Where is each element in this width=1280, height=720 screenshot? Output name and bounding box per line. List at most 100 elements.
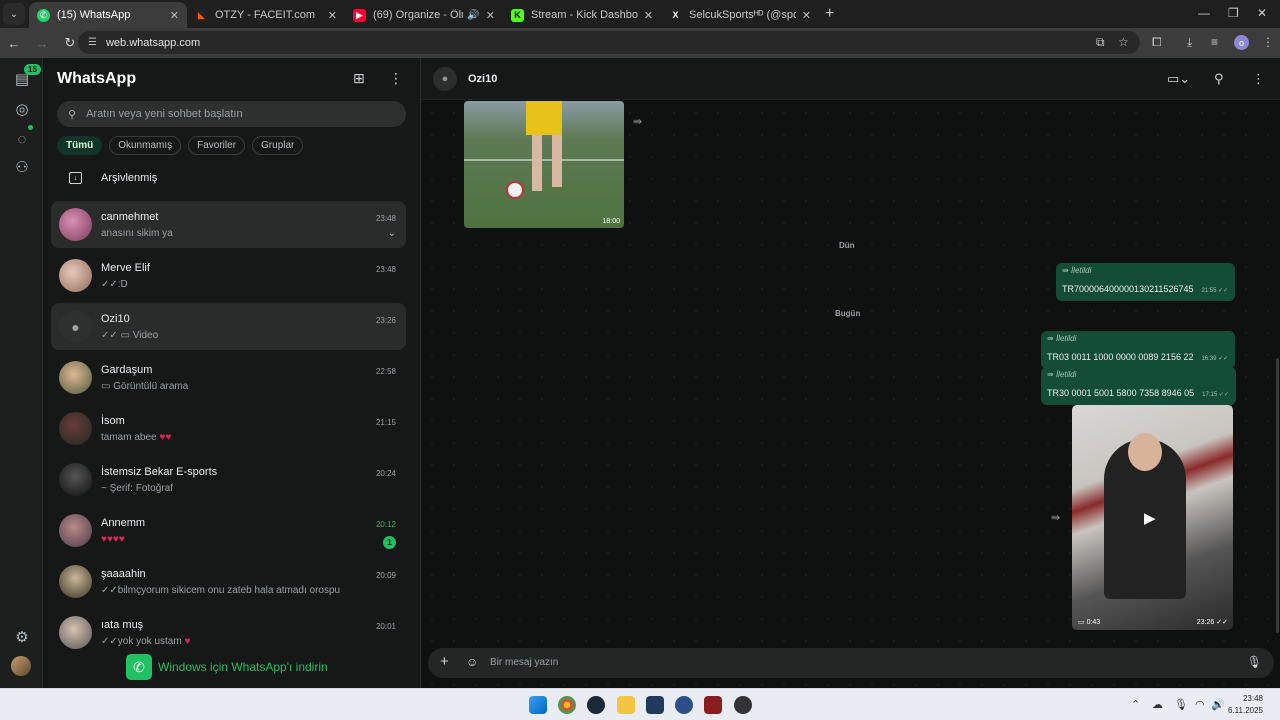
start-icon[interactable] [529, 696, 547, 714]
cloud-icon[interactable]: ☁ [1152, 698, 1163, 711]
conversation-scrollbar[interactable] [1276, 358, 1279, 633]
player-leg [552, 135, 562, 187]
chat-item-ozi10[interactable]: ● Ozi10 ✓✓ ▭ Video 23:26 [51, 303, 406, 350]
profile-photo[interactable] [11, 656, 31, 676]
browser-menu-icon[interactable]: ⋮ [1262, 35, 1274, 49]
close-tab-icon[interactable]: ✕ [328, 9, 337, 22]
chevron-down-icon[interactable]: ⌄ [388, 228, 396, 239]
chat-item-iata-mus[interactable]: ıata muş ✓✓yok yok ustam ♥ 20:01 [51, 609, 406, 656]
tab-x[interactable]: X SelcukSportsᴴᴰ (@sports1hds) / X ✕ [661, 2, 819, 28]
chat-item-isom[interactable]: İsom tamam abee ♥♥ 21:15 [51, 405, 406, 452]
player-shirt [526, 101, 562, 135]
site-info-icon[interactable]: ☰ [88, 37, 97, 48]
filter-favorites[interactable]: Favoriler [188, 136, 246, 155]
search-icon[interactable]: ⚲ [1214, 71, 1224, 87]
outgoing-message[interactable]: ⇛ İletildi TR30 0001 5001 5800 7358 8946… [1041, 367, 1236, 405]
tab-youtube[interactable]: ▶ (69) Organize - Ölmedim B 🔊 ✕ [345, 2, 503, 28]
forwarded-icon: ⇛ [1047, 370, 1056, 379]
steam-icon[interactable] [587, 696, 605, 714]
file-explorer-icon[interactable] [617, 696, 635, 714]
show-hidden-icons-icon[interactable]: ⌃ [1131, 698, 1140, 711]
contact-avatar-icon[interactable]: ● [433, 67, 457, 91]
microphone-icon[interactable]: 🎙 [1247, 655, 1262, 669]
new-tab-icon[interactable]: + [825, 5, 834, 23]
restore-icon[interactable]: ❐ [1228, 6, 1239, 20]
search-icon: ⚲ [68, 108, 77, 121]
filter-all[interactable]: Tümü [57, 136, 103, 155]
browser-toolbar: ← → ↻ ☰ web.whatsapp.com ⧉ ☆ ⧠ ⤓ ≡ o ⋮ [0, 28, 1280, 58]
tab-whatsapp[interactable]: ✆ (15) WhatsApp ✕ [29, 2, 187, 28]
video-call-icon: ▭ [101, 381, 114, 392]
communities-icon[interactable]: ⚇ [12, 157, 32, 177]
wifi-icon[interactable]: ◠ [1195, 698, 1205, 711]
profile-avatar-icon[interactable]: o [1234, 35, 1249, 50]
nav-rail: ▤ 15 ◎ ◌ ⚇ ⚙ [0, 58, 43, 688]
install-app-icon[interactable]: ⧉ [1096, 35, 1105, 50]
chat-item-saaaahin[interactable]: şaaaahin ✓✓bilmçyorum sikicem onu zateb … [51, 558, 406, 605]
filter-groups[interactable]: Gruplar [252, 136, 304, 155]
new-chat-icon[interactable]: ⊞ [353, 70, 365, 87]
archived-row[interactable]: ↓ Arşivlenmiş [69, 172, 157, 184]
chat-item-merve-elif[interactable]: Merve Elif ✓✓:D 23:48 [51, 252, 406, 299]
channels-icon[interactable]: ◌ [12, 129, 32, 149]
heart-emoji-icon: ♥♥♥♥ [101, 534, 125, 545]
chat-item-istemsiz-bekar[interactable]: İstemsiz Bekar E-sports ~ Şerif: Fotoğra… [51, 456, 406, 503]
forward-icon[interactable]: ⇛ [633, 115, 642, 128]
chat-item-gardasum[interactable]: Gardaşum ▭ Görüntülü arama 22:58 [51, 354, 406, 401]
forward-icon[interactable]: → [28, 36, 56, 51]
message-composer[interactable]: + ☺ Bir mesaj yazın 🎙 [428, 648, 1274, 678]
close-window-icon[interactable]: ✕ [1257, 6, 1267, 20]
new-update-dot [28, 125, 33, 130]
message-input[interactable]: Bir mesaj yazın [490, 657, 558, 668]
forward-icon[interactable]: ⇛ [1051, 511, 1060, 524]
app-icon[interactable] [675, 696, 693, 714]
chat-item-canmehmet[interactable]: canmehmet anasını sikim ya 23:48 ⌄ [51, 201, 406, 248]
date-divider: Dün [839, 241, 855, 250]
app-icon[interactable] [646, 696, 664, 714]
speaker-icon[interactable]: 🔊 [467, 10, 479, 21]
app-icon[interactable] [734, 696, 752, 714]
tab-search-icon[interactable]: ⌄ [3, 3, 25, 25]
chat-item-annemm[interactable]: Annemm ♥♥♥♥ 20:12 1 [51, 507, 406, 554]
conversation-header[interactable]: ● Ozi10 ▭⌄ ⚲ ⋮ [421, 58, 1280, 100]
download-windows-banner[interactable]: ✆ Windows için WhatsApp'ı indirin [126, 654, 328, 680]
back-icon[interactable]: ← [0, 36, 28, 51]
game-icon[interactable] [704, 696, 722, 714]
minimize-icon[interactable]: — [1198, 6, 1210, 20]
avatar [59, 463, 92, 496]
tab-faceit[interactable]: ◣ OTZY - FACEIT.com ✕ [187, 2, 345, 28]
play-icon[interactable]: ▶ [1144, 509, 1156, 527]
video-call-icon[interactable]: ▭⌄ [1167, 71, 1190, 87]
double-check-icon: ✓✓ [101, 279, 118, 290]
unread-badge: 1 [383, 536, 396, 549]
settings-icon[interactable]: ⚙ [12, 627, 32, 647]
bookmark-star-icon[interactable]: ☆ [1118, 35, 1129, 49]
search-input[interactable]: ⚲ Aratın veya yeni sohbet başlatın [57, 101, 406, 127]
sticker-icon[interactable]: ☺ [466, 655, 478, 669]
kick-favicon-icon: K [511, 8, 524, 22]
close-tab-icon[interactable]: ✕ [486, 9, 495, 22]
address-bar[interactable]: ☰ web.whatsapp.com ⧉ ☆ [78, 31, 1140, 54]
close-tab-icon[interactable]: ✕ [802, 9, 811, 22]
status-icon[interactable]: ◎ [12, 99, 32, 119]
heart-emoji-icon: ♥ [184, 636, 191, 647]
chrome-icon[interactable] [558, 696, 576, 714]
volume-icon[interactable]: 🔊 [1211, 698, 1225, 711]
reading-list-icon[interactable]: ≡ [1211, 35, 1218, 49]
image-message[interactable]: 18:00 [464, 101, 624, 228]
menu-icon[interactable]: ⋮ [389, 70, 403, 87]
extensions-icon[interactable]: ⧠ [1152, 35, 1162, 50]
system-clock[interactable]: 23:48 6.11.2025 [1228, 693, 1263, 717]
outgoing-message[interactable]: ⇛ İletildi TR700006400000130211526745 21:… [1056, 263, 1236, 301]
menu-icon[interactable]: ⋮ [1252, 71, 1265, 87]
attach-plus-icon[interactable]: + [440, 653, 449, 670]
microphone-icon[interactable]: 🎙 [1174, 698, 1188, 711]
tab-kick[interactable]: K Stream - Kick Dashboard ✕ [503, 2, 661, 28]
downloads-icon[interactable]: ⤓ [1187, 35, 1192, 50]
close-tab-icon[interactable]: ✕ [170, 9, 179, 22]
forwarded-icon: ⇛ [1062, 266, 1071, 275]
outgoing-message[interactable]: ⇛ İletildi TR03 0011 1000 0000 0089 2156… [1041, 331, 1236, 369]
close-tab-icon[interactable]: ✕ [644, 9, 653, 22]
video-message[interactable]: ▶ ▭ 0:43 23:26 ✓✓ [1072, 405, 1233, 630]
filter-unread[interactable]: Okunmamış [109, 136, 182, 155]
